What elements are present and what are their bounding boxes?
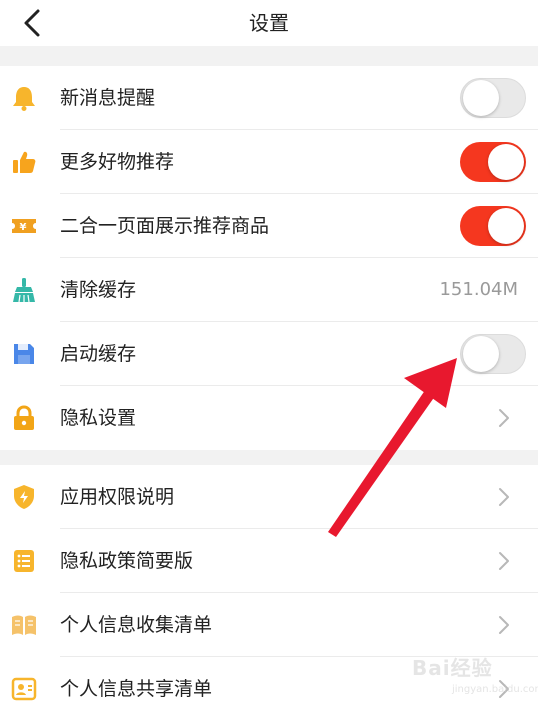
nav-bar: 设置 xyxy=(0,0,538,46)
watermark-subtext: jingyan.baidu.com xyxy=(452,684,538,695)
setting-label: 更多好物推荐 xyxy=(60,151,175,173)
floppy-disk-icon xyxy=(14,344,34,364)
setting-row-launch-cache: 启动缓存 xyxy=(0,322,538,386)
setting-label: 二合一页面展示推荐商品 xyxy=(60,215,270,237)
setting-row-more-recommendations: 更多好物推荐 xyxy=(0,130,538,194)
setting-row-new-message-alert: 新消息提醒 xyxy=(0,66,538,130)
chevron-right-icon xyxy=(499,552,509,570)
watermark-text: Bai经验 xyxy=(412,656,493,680)
setting-row-privacy-settings[interactable]: 隐私设置 xyxy=(0,386,538,450)
chevron-right-icon xyxy=(499,616,509,634)
section-divider xyxy=(0,46,538,66)
setting-label: 清除缓存 xyxy=(60,279,137,301)
setting-label: 隐私设置 xyxy=(60,407,137,429)
shield-icon xyxy=(14,485,34,509)
page-title: 设置 xyxy=(249,11,289,35)
more-recommendations-toggle[interactable] xyxy=(460,142,526,182)
toggle-knob xyxy=(463,80,499,116)
setting-label: 隐私政策简要版 xyxy=(60,550,194,572)
thumbs-up-icon xyxy=(13,151,36,173)
bell-icon xyxy=(13,87,35,111)
toggle-knob xyxy=(488,208,524,244)
setting-label: 个人信息收集清单 xyxy=(60,614,213,636)
two-in-one-page-toggle[interactable] xyxy=(460,206,526,246)
setting-row-clear-cache[interactable]: 清除缓存 151.04M xyxy=(0,258,538,322)
chevron-right-icon xyxy=(499,488,509,506)
toggle-knob xyxy=(463,336,499,372)
setting-row-privacy-policy-summary[interactable]: 隐私政策简要版 xyxy=(0,529,538,593)
baidu-jingyan-watermark: Bai经验 jingyan.baidu.com xyxy=(412,648,538,698)
ticket-icon: ¥ xyxy=(12,219,36,233)
chevron-right-icon xyxy=(499,409,509,427)
lock-icon xyxy=(14,405,34,430)
setting-row-two-in-one-page: ¥ 二合一页面展示推荐商品 xyxy=(0,194,538,258)
cache-size-value: 151.04M xyxy=(439,279,518,300)
open-book-icon xyxy=(12,615,36,635)
setting-row-app-permissions[interactable]: 应用权限说明 xyxy=(0,465,538,529)
section-divider xyxy=(0,450,538,465)
launch-cache-toggle[interactable] xyxy=(460,334,526,374)
setting-label: 启动缓存 xyxy=(60,343,137,365)
list-document-icon xyxy=(14,550,34,572)
setting-label: 应用权限说明 xyxy=(60,486,175,508)
setting-label: 新消息提醒 xyxy=(60,87,156,109)
svg-text:¥: ¥ xyxy=(20,222,27,233)
profile-card-icon xyxy=(11,677,37,701)
setting-label: 个人信息共享清单 xyxy=(60,678,213,700)
new-message-alert-toggle[interactable] xyxy=(460,78,526,118)
broom-icon xyxy=(13,278,35,303)
toggle-knob xyxy=(488,144,524,180)
